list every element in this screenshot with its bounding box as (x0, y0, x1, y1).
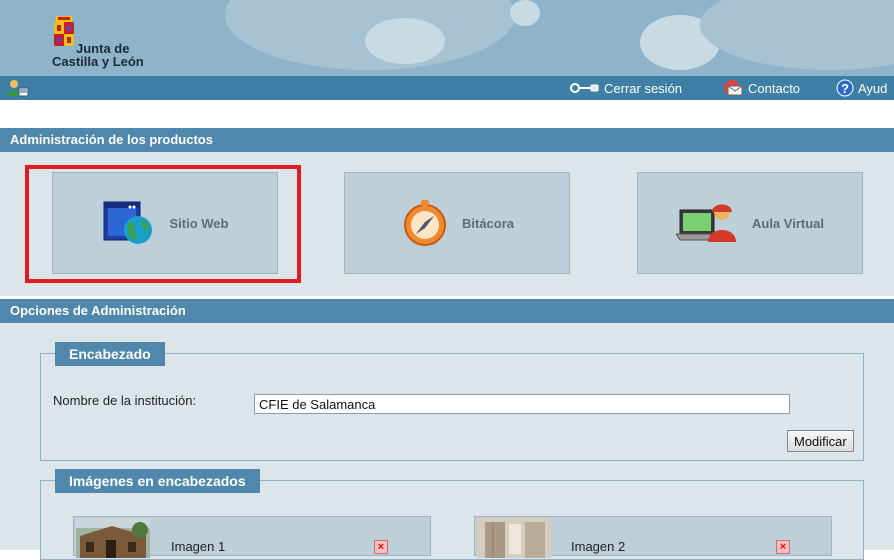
bitacora-label: Bitácora (461, 215, 515, 231)
encabezado-legend: Encabezado (55, 342, 165, 366)
contact-envelope-icon (724, 80, 743, 96)
junta-logo[interactable]: Junta de Castilla y León (52, 12, 172, 72)
help-link[interactable]: ? Ayud (836, 76, 887, 100)
building-photo (76, 518, 150, 558)
laptop-user-icon (675, 204, 736, 242)
help-question-icon: ? (836, 79, 854, 97)
options-section-title: Opciones de Administración (0, 299, 894, 323)
user-profile-icon[interactable] (7, 79, 29, 97)
image-2-label: Imagen 2 (571, 539, 626, 554)
interior-photo (477, 518, 551, 558)
image-thumbnail (76, 518, 150, 558)
modificar-button[interactable]: Modificar (787, 430, 854, 452)
delete-image-2-icon[interactable]: × (776, 540, 790, 554)
logo-line-2: Castilla y León (52, 54, 144, 69)
key-icon (570, 83, 599, 93)
logout-link[interactable]: Cerrar sesión (570, 76, 682, 100)
logout-label: Cerrar sesión (604, 80, 683, 96)
svg-text:?: ? (841, 81, 849, 96)
header-decoration (700, 0, 894, 70)
header-image-card[interactable]: Imagen 2 × (474, 516, 832, 558)
imagenes-legend: Imágenes en encabezados (55, 469, 260, 493)
image-1-label: Imagen 1 (171, 539, 226, 554)
header-image-card[interactable]: Imagen 1 × (73, 516, 431, 558)
help-label: Ayud (858, 80, 888, 96)
image-thumbnail (477, 518, 551, 558)
products-section-title: Administración de los productos (0, 128, 894, 152)
compass-icon (403, 200, 446, 246)
contact-link[interactable]: Contacto (722, 76, 800, 100)
institution-label: Nombre de la institución: (53, 393, 197, 408)
logo-text: Junta de Castilla y León (52, 42, 144, 68)
header-decoration (510, 0, 540, 26)
site-header: Junta de Castilla y León (0, 0, 894, 76)
aula-virtual-label: Aula Virtual (751, 215, 824, 231)
toolbar-spacer (0, 100, 894, 128)
delete-image-1-icon[interactable]: × (374, 540, 388, 554)
encabezado-fieldset: Encabezado Nombre de la institución: Mod… (40, 342, 864, 461)
institution-name-input[interactable] (254, 394, 790, 414)
bitacora-button[interactable]: Bitácora (344, 172, 570, 274)
aula-virtual-button[interactable]: Aula Virtual (637, 172, 863, 274)
contact-label: Contacto (748, 80, 801, 96)
top-toolbar: Cerrar sesión Contacto ? Ayud (0, 76, 894, 100)
selection-highlight (25, 165, 301, 283)
header-decoration (365, 18, 445, 64)
